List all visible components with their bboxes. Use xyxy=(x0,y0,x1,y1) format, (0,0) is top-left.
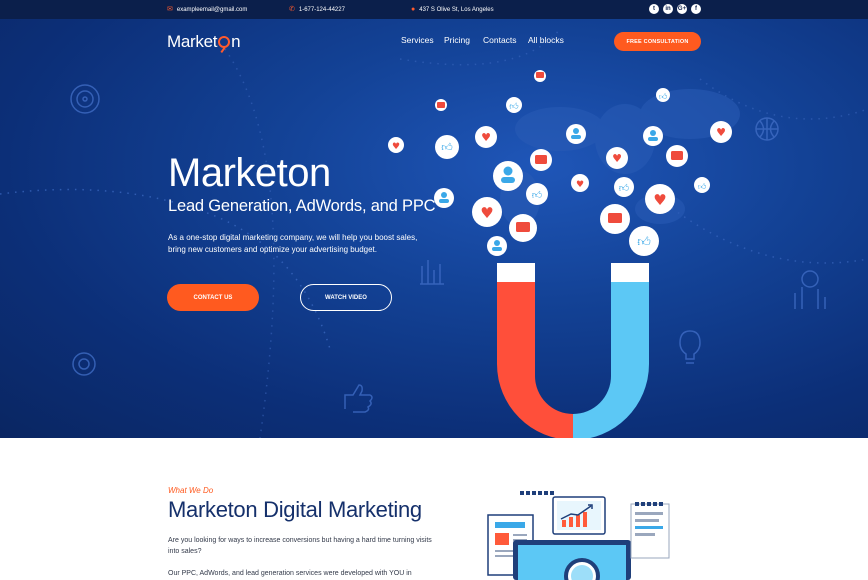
nav-all-blocks[interactable]: All blocks xyxy=(528,35,564,45)
nav-services[interactable]: Services xyxy=(401,35,434,45)
magnifier-icon xyxy=(218,36,231,48)
facebook-icon[interactable]: f xyxy=(691,4,701,14)
social-links: t in G+ f xyxy=(649,4,701,14)
twitter-icon[interactable]: t xyxy=(649,4,659,14)
svg-text:♥: ♥ xyxy=(716,126,726,139)
section-kicker: What We Do xyxy=(168,486,214,495)
svg-text:♥: ♥ xyxy=(653,191,666,209)
free-consultation-button[interactable]: FREE CONSULTATION xyxy=(614,32,701,51)
svg-text:👍︎: 👍︎ xyxy=(532,190,543,201)
address-info: ● 437 S Olive St, Los Angeles xyxy=(411,6,494,13)
svg-text:👍︎: 👍︎ xyxy=(698,182,707,191)
svg-text:♥: ♥ xyxy=(480,204,493,222)
phone-info[interactable]: ✆ 1-677-124-44227 xyxy=(289,6,345,13)
svg-text:👍︎: 👍︎ xyxy=(441,141,453,154)
section-paragraph-2: Our PPC, AdWords, and lead generation se… xyxy=(168,570,412,577)
logo-text-end: n xyxy=(231,32,241,51)
top-bar: ✉ exampleemail@gmail.com ✆ 1-677-124-442… xyxy=(0,0,868,19)
logo[interactable]: Market n xyxy=(167,32,241,52)
phone-icon: ✆ xyxy=(289,6,295,13)
nav-contacts[interactable]: Contacts xyxy=(483,35,517,45)
magnet-icon xyxy=(497,263,649,438)
hero-illustration: ♥ ♥ ♥ ♥ ♥ ♥ ♥ 👍︎ 👍︎ 👍︎ 👍︎ 👍︎ 👍︎ 👍︎ xyxy=(0,28,868,438)
email-text[interactable]: exampleemail@gmail.com xyxy=(177,7,247,13)
hero-description: As a one-stop digital marketing company,… xyxy=(168,233,418,254)
hero-section: ♥ ♥ ♥ ♥ ♥ ♥ ♥ 👍︎ 👍︎ 👍︎ 👍︎ 👍︎ 👍︎ 👍︎ Marke… xyxy=(0,19,868,438)
watch-video-button[interactable]: WATCH VIDEO xyxy=(300,284,392,311)
svg-text:♥: ♥ xyxy=(576,180,584,190)
nav-pricing[interactable]: Pricing xyxy=(444,35,470,45)
google-plus-icon[interactable]: G+ xyxy=(677,4,687,14)
hero-subtitle: Lead Generation, AdWords, and PPC xyxy=(168,197,436,215)
email-info[interactable]: ✉ exampleemail@gmail.com xyxy=(167,6,247,13)
analytics-illustration xyxy=(487,491,670,580)
address-text: 437 S Olive St, Los Angeles xyxy=(419,6,494,13)
svg-text:👍︎: 👍︎ xyxy=(659,92,668,101)
logo-text-start: Market xyxy=(167,32,218,51)
phone-text[interactable]: 1-677-124-44227 xyxy=(299,7,345,13)
svg-text:♥: ♥ xyxy=(392,142,400,152)
svg-text:👍︎: 👍︎ xyxy=(509,102,519,112)
svg-text:♥: ♥ xyxy=(481,131,491,144)
hero-title: Marketon xyxy=(168,151,331,195)
linkedin-icon[interactable]: in xyxy=(663,4,673,14)
svg-text:👍︎: 👍︎ xyxy=(637,235,651,250)
map-pin-icon: ● xyxy=(411,6,416,13)
svg-text:👍︎: 👍︎ xyxy=(619,183,630,194)
envelope-icon: ✉ xyxy=(167,6,173,13)
svg-text:♥: ♥ xyxy=(612,152,622,165)
contact-us-button[interactable]: CONTACT US xyxy=(167,284,259,311)
section-paragraph-1: Are you looking for ways to increase con… xyxy=(168,537,432,555)
section-title: Marketon Digital Marketing xyxy=(168,497,422,522)
